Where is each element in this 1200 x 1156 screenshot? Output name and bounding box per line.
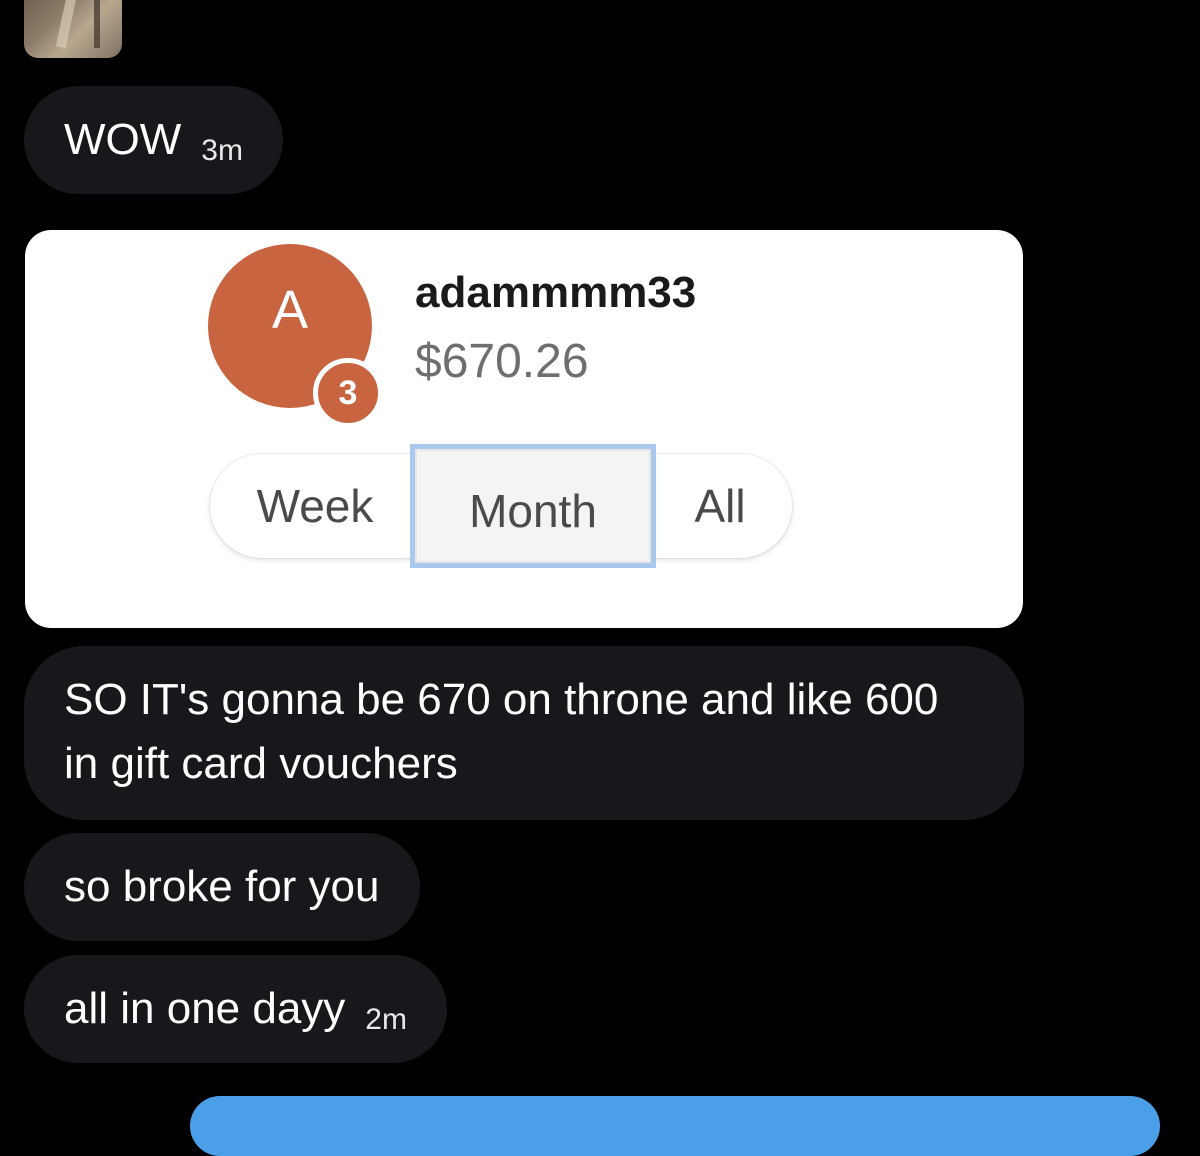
- tab-month[interactable]: Month: [410, 444, 656, 568]
- message-bubble[interactable]: WOW 3m: [24, 86, 283, 194]
- message-text: WOW: [64, 115, 182, 164]
- message-text: SO IT's gonna be 670 on throne and like …: [64, 675, 939, 788]
- thumbnail-detail: [55, 0, 79, 49]
- rank-badge: 3: [313, 358, 383, 428]
- outgoing-message-bubble[interactable]: [190, 1096, 1160, 1156]
- tab-all[interactable]: All: [658, 454, 782, 558]
- tab-week[interactable]: Week: [210, 454, 420, 558]
- message-timestamp: 3m: [201, 134, 243, 167]
- message-bubble[interactable]: so broke for you: [24, 833, 420, 941]
- message-text: all in one dayy: [64, 984, 346, 1033]
- message-bubble[interactable]: all in one dayy 2m: [24, 955, 447, 1063]
- period-segmented-control: Week Month All: [210, 444, 792, 568]
- username: adammmm33: [415, 268, 697, 317]
- amount-total: $670.26: [415, 335, 589, 388]
- message-bubble[interactable]: SO IT's gonna be 670 on throne and like …: [24, 646, 1024, 820]
- avatar-letter: A: [271, 280, 309, 340]
- shared-leaderboard-card[interactable]: A 3 adammmm33 $670.26 Week Month All: [25, 230, 1023, 628]
- message-text: so broke for you: [64, 862, 380, 911]
- message-timestamp: 2m: [365, 1003, 407, 1036]
- thumbnail-detail: [94, 0, 100, 48]
- shared-image-thumbnail[interactable]: [24, 0, 122, 58]
